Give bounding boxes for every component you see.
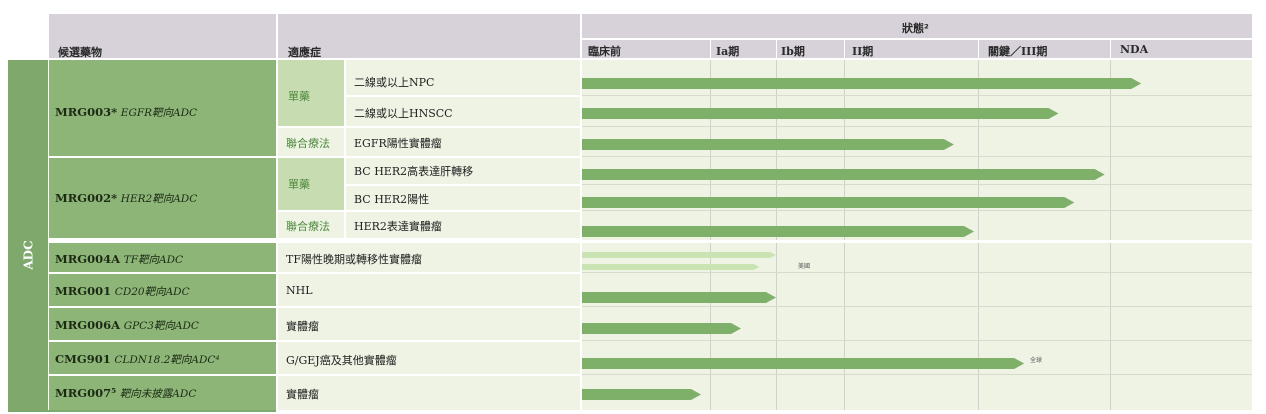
pipeline-table: 候選藥物 適應症 狀態² 臨床前 Ia期 Ib期 II期 關鍵／III期 NDA… (0, 0, 1266, 414)
progress-bar (582, 169, 1105, 180)
progress-bars (582, 78, 1142, 400)
progress-bar (582, 197, 1075, 208)
progress-bar (582, 292, 776, 303)
progress-bar (582, 226, 974, 237)
progress-bar (582, 389, 702, 400)
progress-bar (582, 323, 742, 334)
note-global: 全球 (1030, 357, 1043, 364)
progress-bar (582, 78, 1142, 89)
progress-bar (582, 252, 776, 258)
table-bottom-line (8, 410, 276, 412)
progress-bar (582, 264, 760, 270)
progress-bar (582, 108, 1059, 119)
progress-bar (582, 358, 1025, 369)
note-us: 美國 (798, 263, 811, 270)
progress-bar (582, 139, 954, 150)
